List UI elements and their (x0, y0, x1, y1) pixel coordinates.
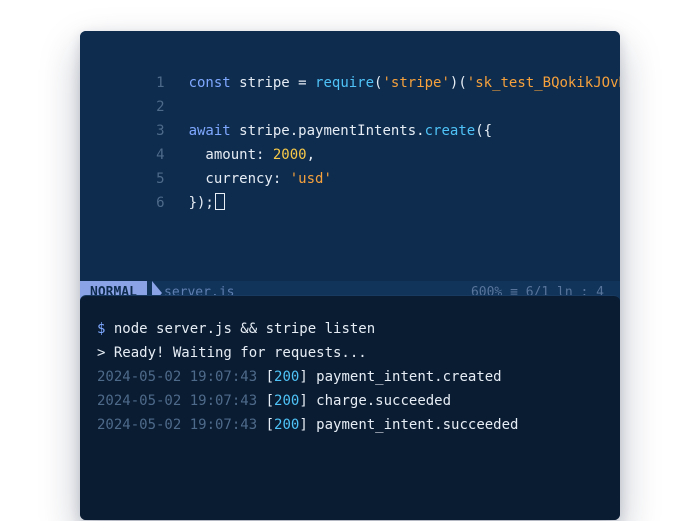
line-number: 6 (156, 195, 165, 211)
event-timestamp: 2024-05-02 19:07:43 (97, 369, 258, 385)
code-line-3: 3 await stripe.paymentIntents.create({ (80, 95, 620, 139)
terminal-event-line: 2024-05-02 19:07:43 [200] payment_intent… (97, 417, 519, 433)
text-cursor (214, 193, 225, 210)
code-line-4: 4 amount: 2000, (80, 119, 620, 163)
code-line-1: 1 const stripe = require('stripe')('sk_te… (80, 47, 620, 91)
terminal-command-line: $ node server.js && stripe listen (97, 317, 375, 341)
code-token-plain: }); (188, 195, 214, 211)
code-line-6: 6}); (80, 167, 620, 211)
terminal-panel[interactable]: $ node server.js && stripe listen > Read… (80, 295, 620, 520)
terminal-event-line: 2024-05-02 19:07:43 [200] payment_intent… (97, 369, 502, 385)
event-name: charge.succeeded (316, 393, 452, 409)
terminal-event-line: 2024-05-02 19:07:43 [200] charge.succeed… (97, 393, 452, 409)
app-window: 1 const stripe = require('stripe')('sk_te… (80, 31, 620, 520)
event-timestamp: 2024-05-02 19:07:43 (97, 417, 258, 433)
event-name: payment_intent.succeeded (316, 417, 519, 433)
code-line-5: 5 currency: 'usd' (80, 143, 620, 187)
event-status-code: 200 (274, 417, 300, 433)
code-line-2: 2 (80, 71, 620, 115)
event-name: payment_intent.created (316, 369, 502, 385)
event-status-code: 200 (274, 369, 300, 385)
code-editor[interactable]: 1 const stripe = require('stripe')('sk_te… (80, 31, 620, 293)
terminal-command: node server.js && stripe listen (105, 321, 376, 337)
event-timestamp: 2024-05-02 19:07:43 (97, 393, 258, 409)
event-status-code: 200 (274, 393, 300, 409)
terminal-ready-line: > Ready! Waiting for requests... (97, 345, 367, 361)
